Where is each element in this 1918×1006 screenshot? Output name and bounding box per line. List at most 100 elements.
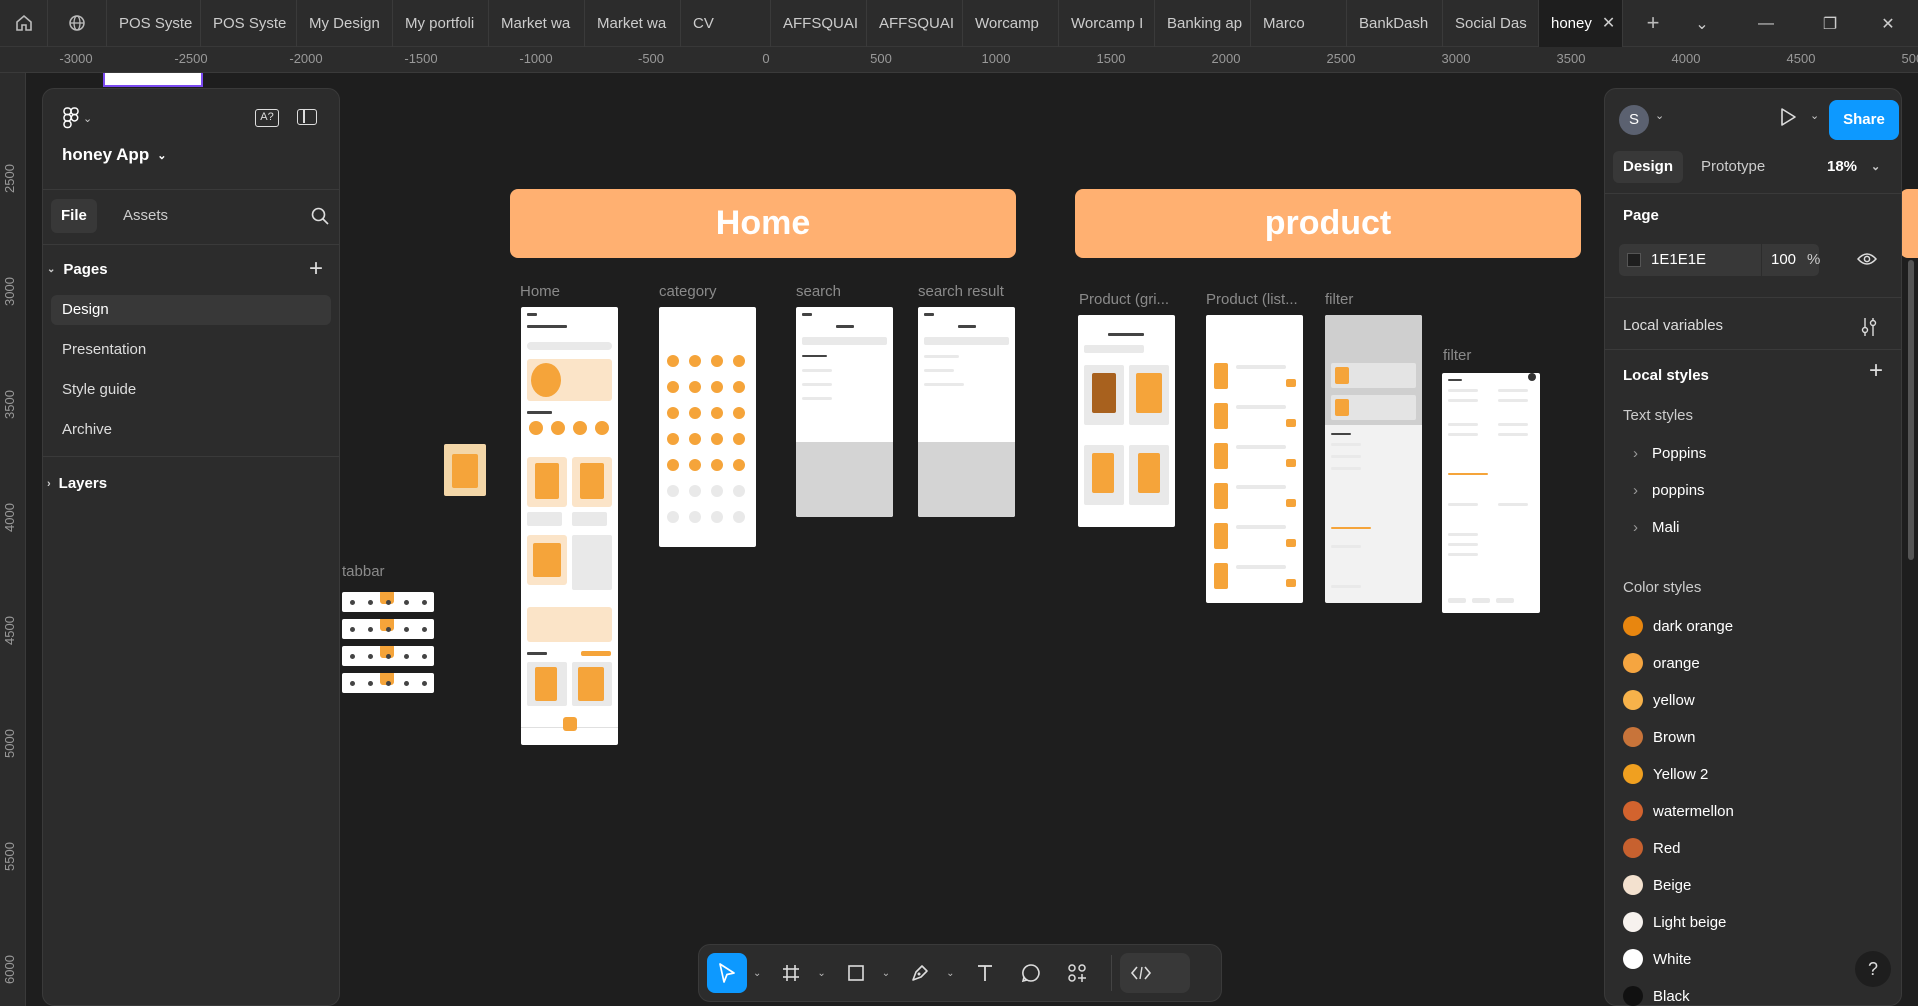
frame-tool-button[interactable] <box>771 953 811 993</box>
help-icon[interactable]: ? <box>1855 951 1891 987</box>
share-button[interactable]: Share <box>1829 100 1899 140</box>
color-style-item[interactable]: orange <box>1623 653 1700 673</box>
chevron-down-icon[interactable]: ⌄ <box>1655 109 1664 122</box>
page-item[interactable]: Design <box>51 295 331 325</box>
browser-tab[interactable]: AFFSQUAI <box>771 0 867 47</box>
color-style-item[interactable]: Red <box>1623 838 1681 858</box>
page-color-field[interactable]: 1E1E1E 100 % <box>1619 244 1820 276</box>
tab-prototype[interactable]: Prototype <box>1693 151 1773 183</box>
color-style-item[interactable]: Black <box>1623 986 1690 1006</box>
local-variables-label[interactable]: Local variables <box>1623 317 1723 334</box>
browser-tab[interactable]: Worcamp I <box>1059 0 1155 47</box>
browser-tab[interactable]: AFFSQUAI <box>867 0 963 47</box>
color-style-item[interactable]: Beige <box>1623 875 1691 895</box>
home-section-banner[interactable]: Home <box>510 189 1016 258</box>
chevron-down-icon[interactable]: ⌄ <box>817 968 825 979</box>
restore-icon[interactable]: ❐ <box>1800 0 1860 47</box>
browser-tab[interactable]: POS Syste <box>107 0 201 47</box>
page-color-swatch[interactable] <box>1627 253 1641 267</box>
text-style-item[interactable]: › Poppins <box>1633 445 1706 462</box>
dev-mode-toggle[interactable] <box>1119 953 1190 993</box>
text-style-item[interactable]: › poppins <box>1633 482 1705 499</box>
frame-label-search[interactable]: search <box>796 283 841 300</box>
tab-design[interactable]: Design <box>1613 151 1684 183</box>
tab-file[interactable]: File <box>51 199 97 233</box>
browser-tab[interactable]: My portfoli <box>393 0 489 47</box>
search-result-frame[interactable] <box>918 307 1015 517</box>
actions-tool-button[interactable] <box>1057 953 1097 993</box>
tabbar-variant-frame[interactable] <box>342 673 434 693</box>
browser-tab[interactable]: POS Syste <box>201 0 297 47</box>
tab-assets[interactable]: Assets <box>113 199 178 233</box>
variables-settings-icon[interactable] <box>1861 317 1877 342</box>
panel-scrollbar[interactable] <box>1908 260 1914 560</box>
product-grid-frame[interactable] <box>1078 315 1175 527</box>
tabbar-variant-frame[interactable] <box>342 619 434 639</box>
color-style-item[interactable]: Yellow 2 <box>1623 764 1708 784</box>
frame-label-filter-2[interactable]: filter <box>1443 347 1471 364</box>
frame-label-category[interactable]: category <box>659 283 717 300</box>
browser-tab[interactable]: Market wa <box>489 0 585 47</box>
color-style-item[interactable]: watermellon <box>1623 801 1734 821</box>
tab-list-chevron-icon[interactable]: ⌄ <box>1672 0 1732 47</box>
frame-label-search-result[interactable]: search result <box>918 283 1004 300</box>
browser-tab[interactable]: My Design <box>297 0 393 47</box>
project-name-dropdown[interactable]: honey App ⌄ <box>62 145 166 165</box>
main-menu-button[interactable]: ⌄ <box>63 107 92 129</box>
browser-tab[interactable]: BankDash <box>1347 0 1443 47</box>
home-frame[interactable] <box>521 307 618 745</box>
color-style-item[interactable]: yellow <box>1623 690 1695 710</box>
tabbar-variant-frame[interactable] <box>342 592 434 612</box>
filter-frame[interactable] <box>1325 315 1422 603</box>
frame-label-tabbar[interactable]: tabbar <box>342 563 385 580</box>
frame-label-home[interactable]: Home <box>520 283 560 300</box>
tabbar-variant-frame[interactable] <box>342 646 434 666</box>
comment-tool-button[interactable] <box>1011 953 1051 993</box>
add-page-icon[interactable]: + <box>309 255 323 283</box>
close-tab-icon[interactable]: ✕ <box>1602 13 1615 33</box>
zoom-dropdown[interactable]: 18% ⌄ <box>1827 151 1880 183</box>
visibility-eye-icon[interactable] <box>1856 252 1878 271</box>
layers-section-toggle[interactable]: › Layers <box>47 475 107 492</box>
close-window-icon[interactable]: ✕ <box>1858 0 1918 47</box>
page-item[interactable]: Style guide <box>51 375 331 405</box>
globe-icon[interactable] <box>47 0 107 47</box>
browser-tab[interactable]: Banking ap <box>1155 0 1251 47</box>
sidebar-toggle-icon[interactable] <box>297 109 317 125</box>
text-tool-button[interactable] <box>965 953 1005 993</box>
offscreen-banner[interactable] <box>1900 189 1918 258</box>
browser-tab[interactable]: Worcamp <box>963 0 1059 47</box>
partial-frame[interactable] <box>103 73 203 87</box>
chevron-down-icon[interactable]: ⌄ <box>946 968 954 979</box>
chevron-down-icon[interactable]: ⌄ <box>882 968 890 979</box>
product-section-banner[interactable]: product <box>1075 189 1581 258</box>
home-icon[interactable] <box>0 0 47 47</box>
page-item[interactable]: Presentation <box>51 335 331 365</box>
page-opacity-value[interactable]: 100 <box>1771 251 1796 268</box>
add-style-icon[interactable]: + <box>1869 357 1883 385</box>
move-tool-button[interactable] <box>707 953 747 993</box>
color-style-item[interactable]: Brown <box>1623 727 1696 747</box>
chevron-down-icon[interactable]: ⌄ <box>753 968 761 979</box>
browser-tab[interactable]: honey ✕ <box>1539 0 1623 47</box>
pen-tool-button[interactable] <box>900 953 940 993</box>
frame-label-product-list[interactable]: Product (list... <box>1206 291 1298 308</box>
product-thumbnail-frame[interactable] <box>444 444 486 496</box>
search-frame[interactable] <box>796 307 893 517</box>
browser-tab[interactable]: CV <box>681 0 771 47</box>
frame-label-filter[interactable]: filter <box>1325 291 1353 308</box>
chevron-down-icon[interactable]: ⌄ <box>1810 109 1819 122</box>
avatar[interactable]: S <box>1619 105 1649 135</box>
browser-tab[interactable]: Social Das <box>1443 0 1539 47</box>
page-color-value[interactable]: 1E1E1E <box>1651 251 1706 268</box>
present-play-icon[interactable] <box>1779 107 1797 132</box>
ai-translate-icon[interactable]: A? <box>255 109 279 127</box>
category-frame[interactable] <box>659 307 756 547</box>
pages-section-toggle[interactable]: ⌄ Pages <box>47 261 108 278</box>
browser-tab[interactable]: Market wa <box>585 0 681 47</box>
color-style-item[interactable]: dark orange <box>1623 616 1733 636</box>
frame-label-product-grid[interactable]: Product (gri... <box>1079 291 1169 308</box>
filter-modal-frame[interactable] <box>1442 373 1540 613</box>
text-style-item[interactable]: › Mali <box>1633 519 1680 536</box>
product-list-frame[interactable] <box>1206 315 1303 603</box>
